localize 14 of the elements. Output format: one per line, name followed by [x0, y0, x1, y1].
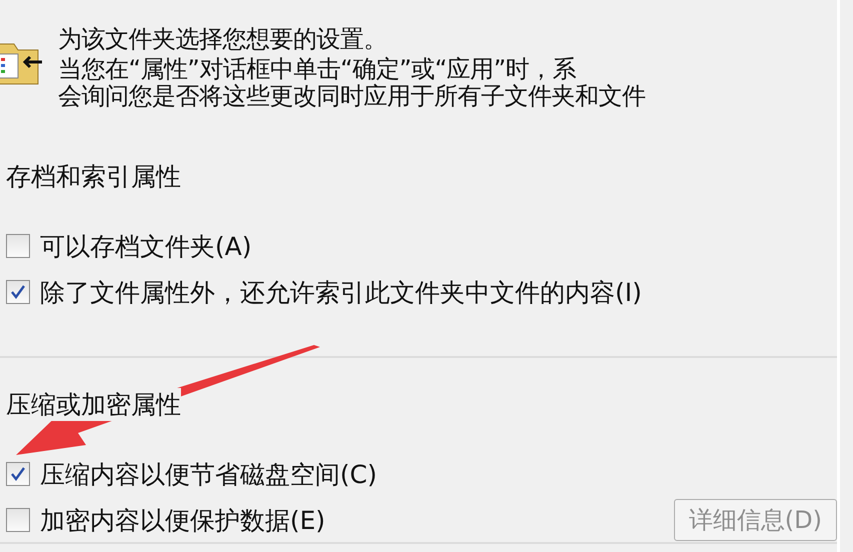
description-text: 为该文件夹选择您想要的设置。	[58, 24, 388, 55]
checkbox-label: 压缩内容以便节省磁盘空间(C)	[40, 458, 377, 490]
section-title: 压缩或加密属性	[6, 388, 181, 421]
check-icon	[10, 466, 26, 482]
checkbox[interactable]	[6, 508, 30, 532]
check-icon	[10, 284, 26, 300]
description-text: 会询问您是否将这些更改同时应用于所有子文件夹和文件	[58, 83, 646, 110]
description-text: 当您在“属性”对话框中单击“确定”或“应用”时，系	[58, 56, 578, 83]
checkbox-label: 除了文件属性外，还允许索引此文件夹中文件的内容(I)	[40, 276, 642, 308]
checkbox-label: 可以存档文件夹(A)	[40, 230, 252, 262]
checkbox[interactable]	[6, 234, 30, 258]
checkbox-label: 加密内容以便保护数据(E)	[40, 504, 326, 536]
checkbox[interactable]	[6, 462, 30, 486]
checkbox[interactable]	[6, 280, 30, 304]
